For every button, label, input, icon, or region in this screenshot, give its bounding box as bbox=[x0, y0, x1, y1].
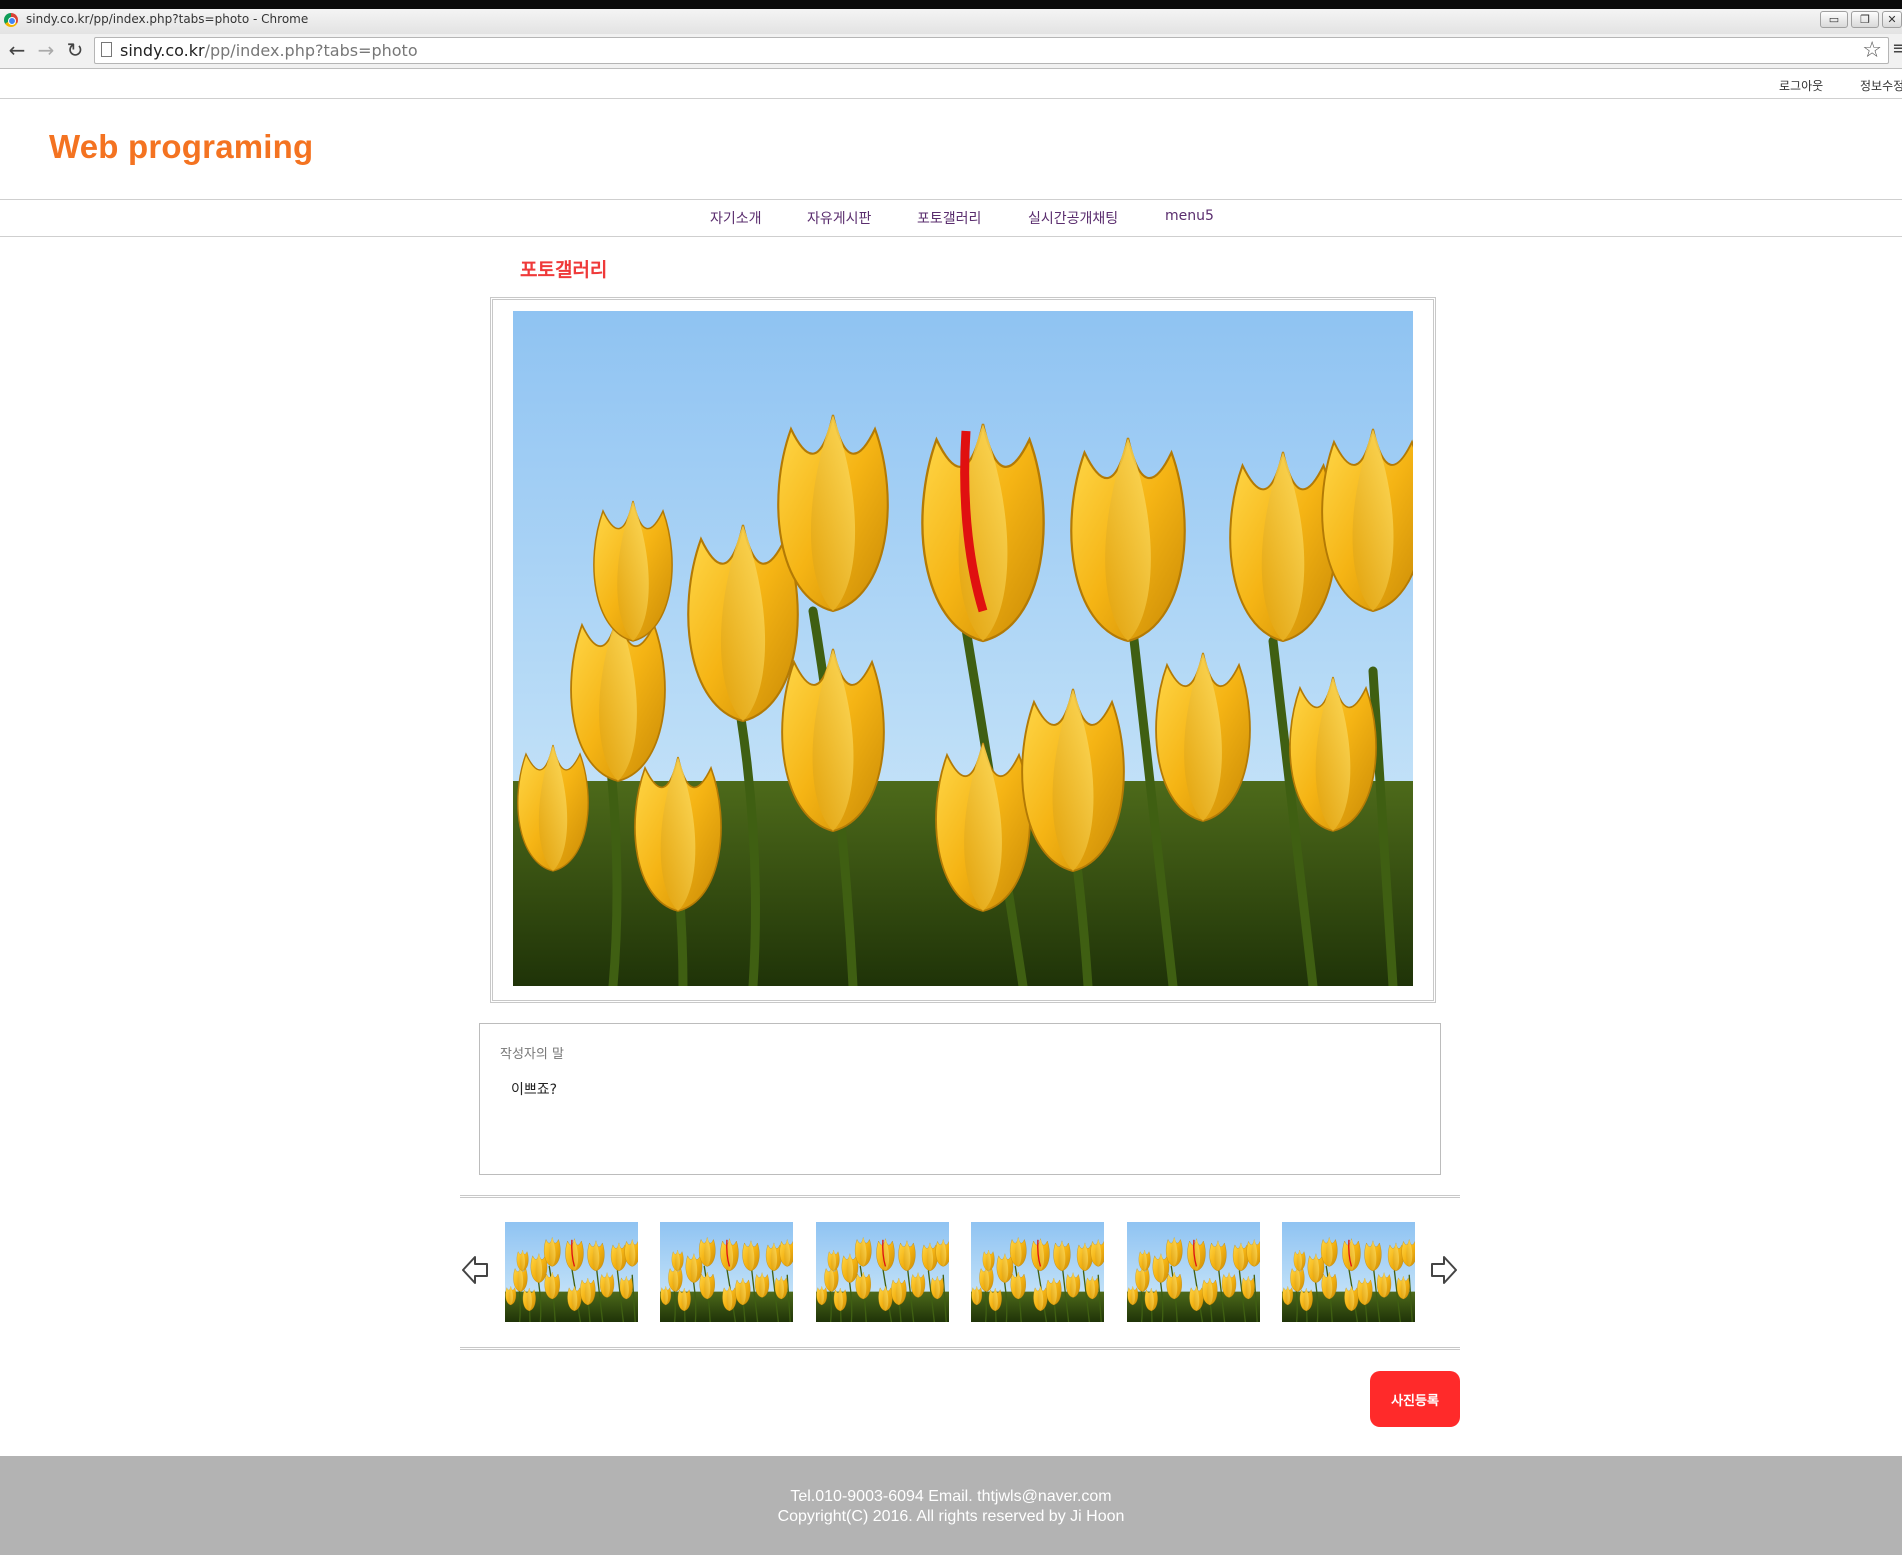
address-bar[interactable]: sindy.co.kr/pp/index.php?tabs=photo ☆ bbox=[94, 37, 1889, 64]
back-icon[interactable]: ← bbox=[5, 38, 29, 62]
reload-icon[interactable]: ↻ bbox=[63, 38, 87, 62]
page-title: 포토갤러리 bbox=[520, 259, 608, 281]
nav-top-border bbox=[0, 199, 1902, 200]
comment-text: 이쁘죠? bbox=[511, 1082, 558, 1098]
thumbnail[interactable] bbox=[660, 1222, 793, 1322]
header-divider bbox=[0, 98, 1902, 99]
star-icon[interactable]: ☆ bbox=[1862, 38, 1882, 63]
arrow-left-icon[interactable] bbox=[461, 1254, 489, 1286]
site-logo[interactable]: Web programing bbox=[49, 128, 313, 166]
thumbnail[interactable] bbox=[971, 1222, 1104, 1322]
menu-icon[interactable]: ≡ bbox=[1892, 38, 1902, 59]
window-title: sindy.co.kr/pp/index.php?tabs=photo - Ch… bbox=[26, 12, 309, 26]
thumbnail[interactable] bbox=[1282, 1222, 1415, 1322]
browser-toolbar: ← → ↻ sindy.co.kr/pp/index.php?tabs=phot… bbox=[0, 34, 1902, 69]
chrome-icon bbox=[4, 13, 18, 27]
thumbnail[interactable] bbox=[1127, 1222, 1260, 1322]
forward-icon[interactable]: → bbox=[34, 38, 58, 62]
register-photo-button[interactable]: 사진등록 bbox=[1370, 1371, 1460, 1427]
footer-contact: Tel.010-9003-6094 Email. thtjwls@naver.c… bbox=[790, 1488, 1112, 1505]
url-text[interactable]: sindy.co.kr/pp/index.php?tabs=photo bbox=[120, 41, 418, 60]
logout-link[interactable]: 로그아웃 bbox=[1779, 77, 1823, 94]
thumbnail[interactable] bbox=[505, 1222, 638, 1322]
restore-button[interactable]: ❐ bbox=[1851, 11, 1879, 28]
url-host: sindy.co.kr bbox=[120, 41, 205, 60]
page-icon bbox=[101, 42, 112, 57]
arrow-right-icon[interactable] bbox=[1430, 1254, 1458, 1286]
nav-item-menu5[interactable]: menu5 bbox=[1165, 208, 1214, 224]
minimize-button[interactable]: ▭ bbox=[1820, 11, 1848, 28]
nav-item-intro[interactable]: 자기소개 bbox=[710, 208, 762, 228]
nav-bottom-border bbox=[0, 236, 1902, 237]
nav-item-chat[interactable]: 실시간공개채팅 bbox=[1028, 208, 1118, 228]
comment-label: 작성자의 말 bbox=[500, 1047, 564, 1062]
edit-info-link[interactable]: 정보수정 bbox=[1860, 77, 1902, 94]
nav-item-board[interactable]: 자유게시판 bbox=[807, 208, 871, 228]
url-path: /pp/index.php?tabs=photo bbox=[204, 41, 418, 60]
thumbnail[interactable] bbox=[816, 1222, 949, 1322]
footer-copyright: Copyright(C) 2016. All rights reserved b… bbox=[777, 1508, 1125, 1525]
main-photo bbox=[513, 311, 1413, 986]
strip-bottom-divider bbox=[460, 1347, 1460, 1350]
nav-item-gallery[interactable]: 포토갤러리 bbox=[917, 208, 981, 228]
author-comment-box: 작성자의 말 이쁘죠? bbox=[479, 1023, 1441, 1175]
window-title-bar: sindy.co.kr/pp/index.php?tabs=photo - Ch… bbox=[0, 0, 1902, 34]
close-button[interactable]: ✕ bbox=[1882, 11, 1902, 28]
strip-top-divider bbox=[460, 1195, 1460, 1198]
footer: Tel.010-9003-6094 Email. thtjwls@naver.c… bbox=[0, 1456, 1902, 1555]
